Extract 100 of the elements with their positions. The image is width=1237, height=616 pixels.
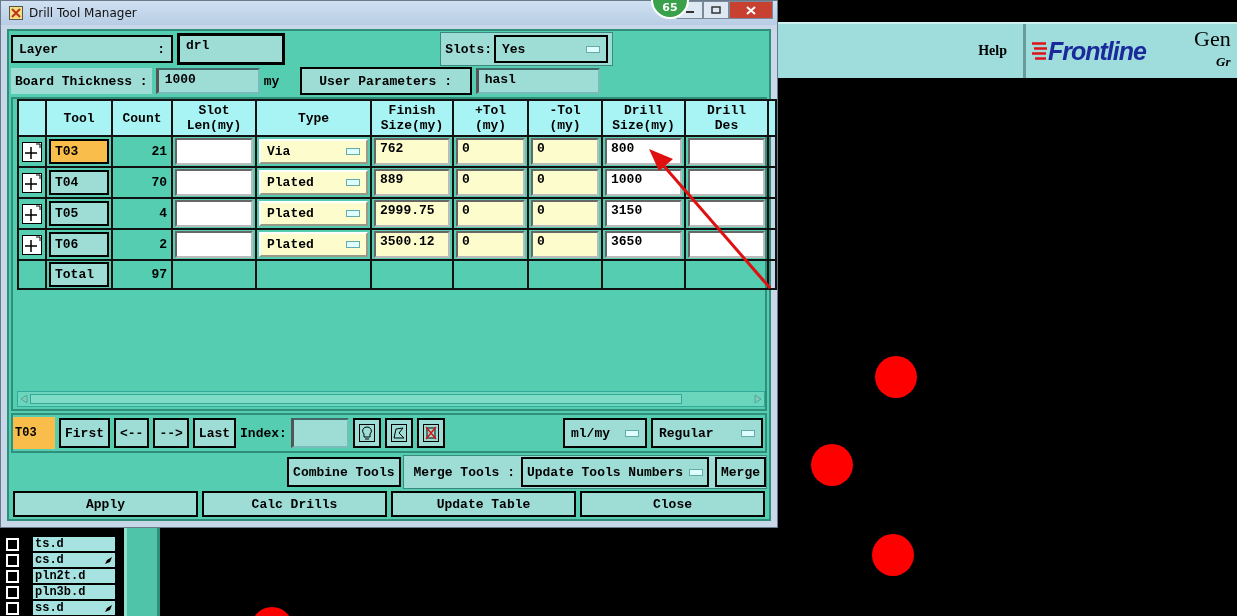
drill-size-field[interactable]: 800 — [605, 138, 682, 165]
plus-tolerance-field[interactable]: 0 — [456, 231, 525, 258]
action-button[interactable]: Update Table — [391, 491, 576, 517]
layer-item[interactable]: cs.d — [33, 553, 115, 567]
navigation-button[interactable]: <-- — [114, 418, 150, 448]
add-icon[interactable] — [22, 172, 42, 193]
tool-button[interactable]: T06 — [49, 232, 109, 257]
count-badge: 65 — [651, 0, 689, 19]
finish-size-field[interactable]: 2999.75 — [374, 200, 450, 227]
layer-checkbox[interactable] — [6, 537, 19, 551]
type-dropdown[interactable]: Via — [259, 139, 368, 164]
slot-length-field[interactable] — [175, 169, 253, 196]
plus-tolerance-field[interactable]: 0 — [456, 138, 525, 165]
thickness-field[interactable]: 1000 — [155, 68, 260, 94]
add-icon[interactable] — [22, 234, 42, 255]
app-icon — [9, 6, 23, 20]
mode-dropdown[interactable]: Regular — [651, 418, 763, 448]
slot-length-field[interactable] — [175, 200, 253, 227]
drill-designation-field[interactable] — [688, 138, 765, 165]
layer-item[interactable]: ss.d — [33, 601, 115, 615]
bulb-icon — [358, 424, 375, 442]
action-button[interactable]: Calc Drills — [202, 491, 387, 517]
type-dropdown[interactable]: Plated — [259, 232, 368, 257]
add-icon[interactable] — [22, 203, 42, 224]
add-icon[interactable] — [22, 141, 42, 162]
layer-button[interactable]: Layer : — [11, 35, 173, 63]
tool-button[interactable]: T03 — [49, 139, 109, 164]
type-dropdown[interactable]: Plated — [259, 201, 368, 226]
minus-tolerance-field[interactable]: 0 — [531, 231, 599, 258]
user-parameters-button[interactable]: User Parameters : — [299, 67, 472, 95]
drill-hole — [875, 356, 917, 398]
units-dropdown[interactable]: ml/my — [563, 418, 647, 448]
plus-tolerance-field[interactable]: 0 — [456, 169, 525, 196]
column-header: Tool — [46, 100, 112, 136]
column-header: Type — [256, 100, 371, 136]
minus-tolerance-field[interactable]: 0 — [531, 138, 599, 165]
shape-button[interactable] — [384, 418, 413, 448]
drill-hole — [811, 444, 853, 486]
total-count-cell: 97 — [112, 260, 172, 289]
column-header: +Tol (my) — [453, 100, 528, 136]
drill-size-field[interactable]: 3650 — [605, 231, 682, 258]
column-header: -Tol (my) — [528, 100, 602, 136]
finish-size-field[interactable]: 762 — [374, 138, 450, 165]
layer-item[interactable]: ts.d — [33, 537, 115, 551]
index-label: Index: — [240, 425, 287, 441]
total-button[interactable]: Total — [49, 262, 109, 287]
combine-tools-button[interactable]: Combine Tools — [287, 457, 401, 487]
finish-size-field[interactable]: 3500.12 — [374, 231, 450, 258]
delete-icon — [422, 424, 439, 442]
merge-option-dropdown[interactable]: Update Tools Numbers — [520, 457, 709, 487]
plus-tolerance-field[interactable]: 0 — [456, 200, 525, 227]
layer-checkbox[interactable] — [6, 585, 19, 599]
drill-size-field[interactable]: 1000 — [605, 169, 682, 196]
layer-item[interactable]: pln3b.d — [33, 585, 115, 599]
layer-checkbox[interactable] — [6, 601, 19, 615]
close-button[interactable] — [729, 1, 773, 19]
bulb-button[interactable] — [352, 418, 381, 448]
slot-length-field[interactable] — [175, 231, 253, 258]
drill-hole — [872, 534, 914, 576]
action-button[interactable]: Apply — [13, 491, 198, 517]
unit-label: my — [263, 73, 281, 89]
drill-designation-field[interactable] — [688, 200, 765, 227]
layer-checkbox[interactable] — [6, 569, 19, 583]
drill-designation-field[interactable] — [688, 169, 765, 196]
curve-icon — [390, 424, 407, 442]
column-header: Finish Size(my) — [371, 100, 453, 136]
type-dropdown[interactable]: Plated — [259, 170, 368, 195]
maximize-icon — [711, 6, 721, 14]
column-header: Drill Des — [685, 100, 768, 136]
tool-button[interactable]: T04 — [49, 170, 109, 195]
action-button[interactable]: Close — [580, 491, 765, 517]
product-title: Gen — [1194, 26, 1231, 52]
current-tool-label: T03 — [13, 417, 55, 449]
tool-button[interactable]: T05 — [49, 201, 109, 226]
drill-size-field[interactable]: 3150 — [605, 200, 682, 227]
board-thickness-label: Board Thickness : — [11, 68, 152, 94]
layer-checkbox[interactable] — [6, 553, 19, 567]
navigation-button[interactable]: Last — [192, 418, 237, 448]
logo-text: Frontline — [1048, 36, 1146, 66]
layer-field[interactable]: drl — [177, 33, 285, 65]
delete-button[interactable] — [416, 418, 445, 448]
index-field[interactable] — [290, 418, 349, 448]
speed-lines-icon — [1032, 42, 1048, 60]
merge-tools-label: Merge Tools : — [413, 464, 515, 480]
merge-button[interactable]: Merge — [715, 457, 766, 487]
drill-designation-field[interactable] — [688, 231, 765, 258]
minus-tolerance-field[interactable]: 0 — [531, 169, 599, 196]
count-cell: 4 — [112, 198, 172, 229]
parameters-field[interactable]: hasl — [475, 68, 600, 94]
finish-size-field[interactable]: 889 — [374, 169, 450, 196]
navigation-button[interactable]: First — [59, 418, 110, 448]
navigation-button[interactable]: --> — [153, 418, 189, 448]
slot-length-field[interactable] — [175, 138, 253, 165]
column-header: Slot Len(my) — [172, 100, 256, 136]
layer-item[interactable]: pln2t.d — [33, 569, 115, 583]
help-menu[interactable]: Help — [978, 43, 1007, 59]
slots-dropdown[interactable]: Yes — [494, 35, 608, 63]
maximize-button[interactable] — [703, 1, 729, 19]
minus-tolerance-field[interactable]: 0 — [531, 200, 599, 227]
count-cell: 21 — [112, 136, 172, 167]
